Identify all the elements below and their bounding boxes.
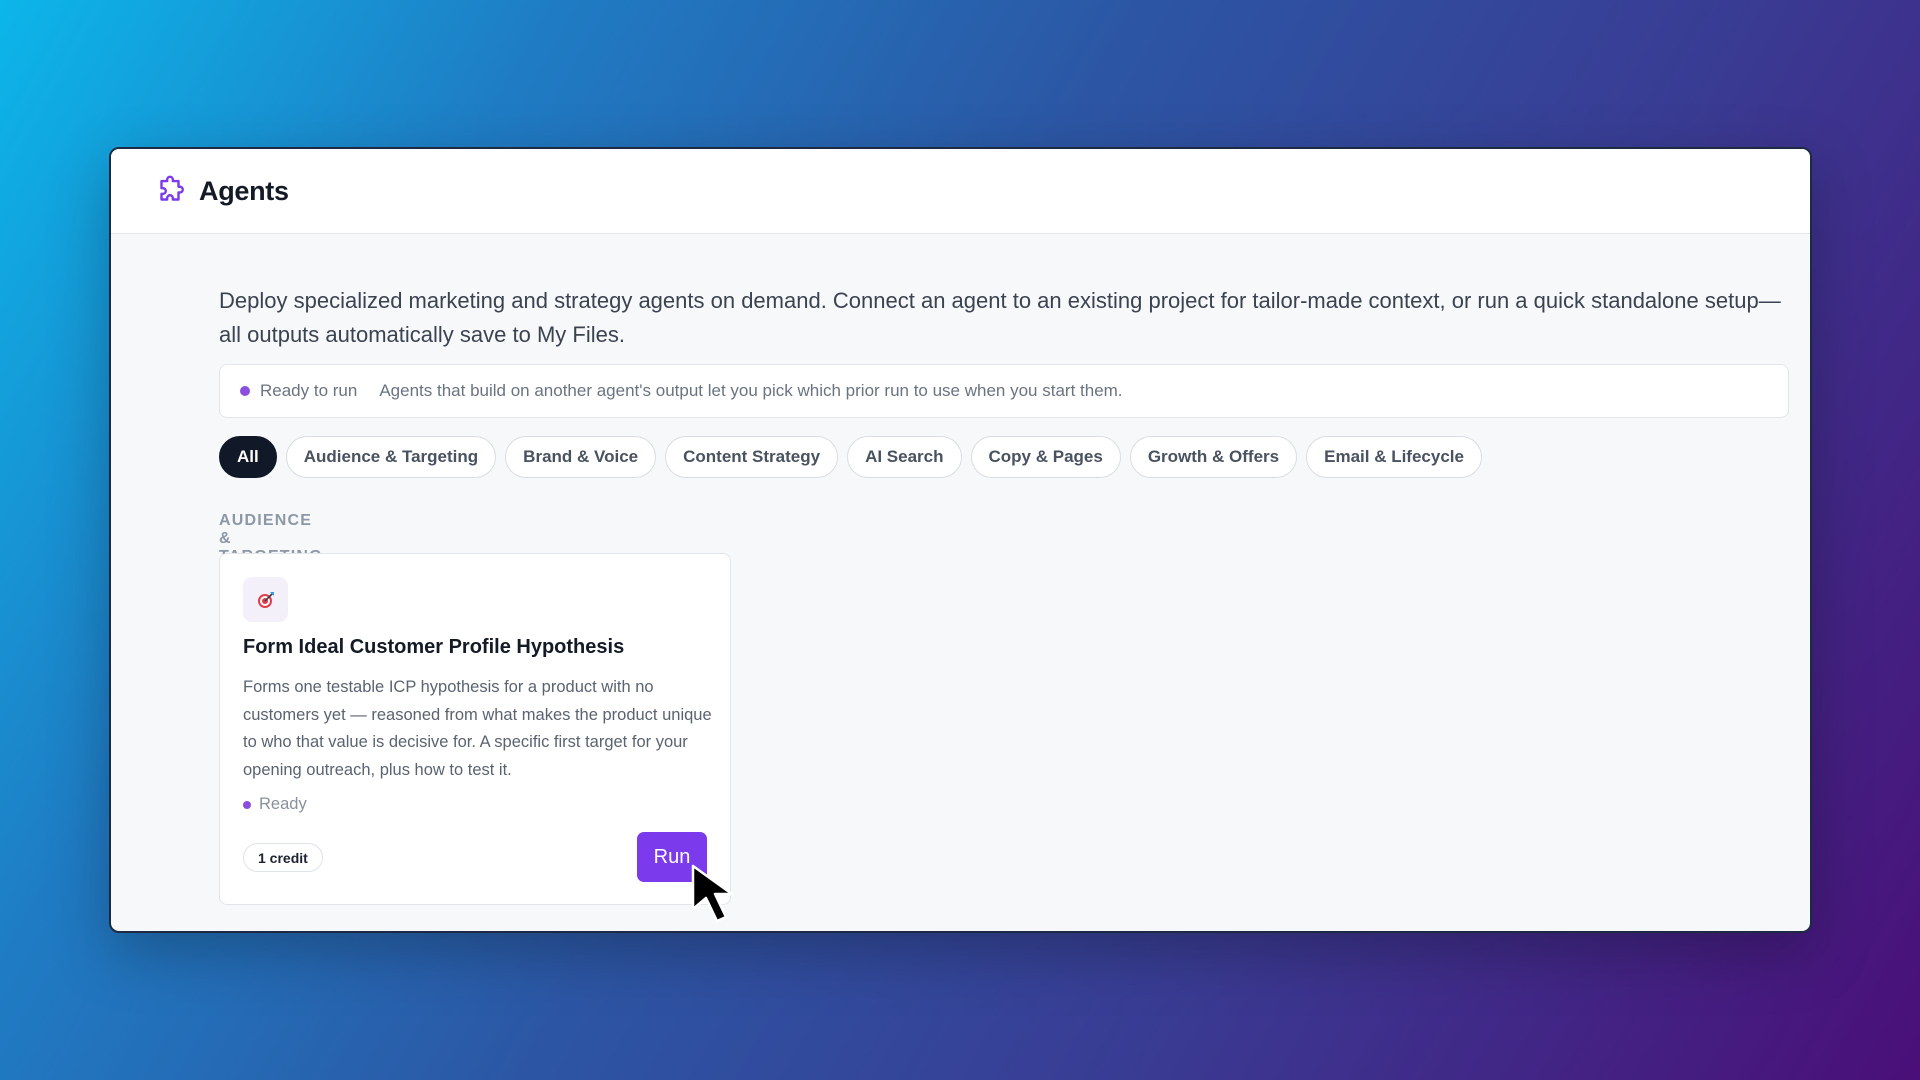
intro-text: Deploy specialized marketing and strateg… [219,288,1781,347]
category-filters: All Audience & Targeting Brand & Voice C… [219,436,1482,478]
agent-status-label: Ready [259,795,307,813]
status-dot [240,386,250,396]
filter-chip-copy-pages[interactable]: Copy & Pages [970,436,1121,478]
filter-chip-ai-search[interactable]: AI Search [847,436,962,478]
mouse-pointer-icon [690,863,752,925]
agent-title: Form Ideal Customer Profile Hypothesis [243,636,625,658]
credit-badge: 1 credit [243,843,323,872]
filter-chip-content-strategy[interactable]: Content Strategy [665,436,839,478]
filter-chip-email-lifecycle[interactable]: Email & Lifecycle [1306,436,1482,478]
filter-chip-growth-offers[interactable]: Growth & Offers [1129,436,1298,478]
banner-message: Agents that build on another agent's out… [379,381,1123,400]
filter-chip-brand-voice[interactable]: Brand & Voice [505,436,657,478]
status-dot [243,800,251,809]
agent-status: Ready [243,795,307,814]
banner-status: Ready to run [260,381,358,400]
page-title: Agents [199,175,289,206]
puzzle-icon [153,174,187,208]
filter-chip-all[interactable]: All [219,436,277,478]
filter-chip-audience-targeting[interactable]: Audience & Targeting [285,436,497,478]
agent-description: Forms one testable ICP hypothesis for a … [243,678,712,779]
target-icon [243,577,288,622]
info-banner: Ready to run Agents that build on anothe… [219,364,1789,418]
agents-window: Agents Deploy specialized marketing and … [109,147,1812,933]
agent-card: Form Ideal Customer Profile Hypothesis F… [219,553,731,905]
app-header: Agents [111,149,1810,234]
